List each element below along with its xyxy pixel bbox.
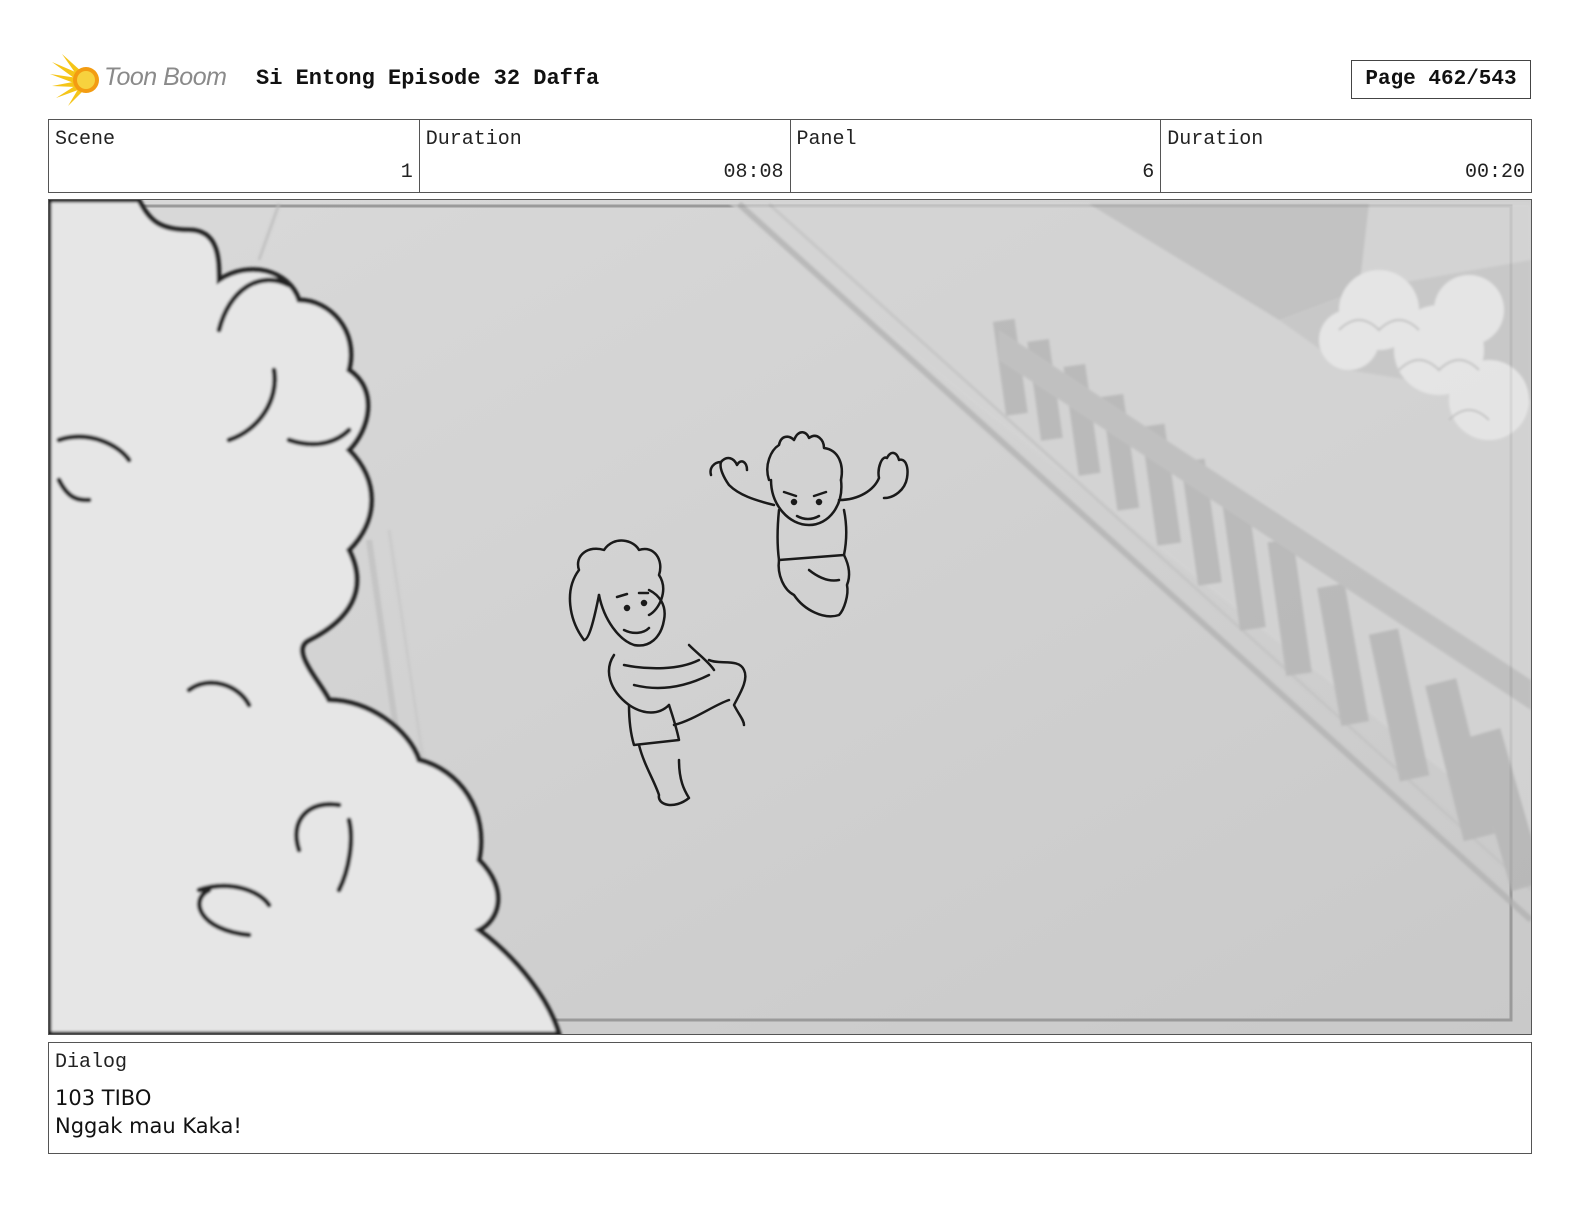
logo-text: Toon Boom <box>104 63 227 91</box>
dialog-text: Nggak mau Kaka! <box>55 1114 242 1138</box>
panel-value: 6 <box>1142 161 1155 184</box>
scene-duration-cell: Duration 08:08 <box>420 120 791 192</box>
toon-boom-logo: Toon Boom <box>50 52 240 108</box>
scene-value: 1 <box>400 161 413 184</box>
scene-duration-value: 08:08 <box>723 161 784 184</box>
project-title: Si Entong Episode 32 Daffa <box>256 66 600 91</box>
panel-drawing <box>49 200 1531 1034</box>
scene-cell: Scene 1 <box>49 120 420 192</box>
storyboard-panel <box>48 199 1532 1035</box>
scene-label: Scene <box>55 128 116 151</box>
dialog-label: Dialog <box>55 1051 128 1074</box>
dialog-speaker: 103 TIBO <box>55 1086 152 1110</box>
panel-duration-cell: Duration 00:20 <box>1161 120 1531 192</box>
panel-duration-label: Duration <box>1167 128 1264 151</box>
panel-cell: Panel 6 <box>791 120 1162 192</box>
page-number: Page 462/543 <box>1351 60 1531 99</box>
scene-duration-label: Duration <box>425 128 522 151</box>
starburst-icon <box>50 54 99 106</box>
page-header: Toon Boom Si Entong Episode 32 Daffa Pag… <box>0 0 1584 115</box>
panel-duration-value: 00:20 <box>1464 161 1525 184</box>
dialog-box: Dialog 103 TIBO Nggak mau Kaka! <box>48 1042 1532 1154</box>
panel-info-row: Scene 1 Duration 08:08 Panel 6 Duration … <box>48 119 1532 193</box>
panel-label: Panel <box>796 128 857 151</box>
